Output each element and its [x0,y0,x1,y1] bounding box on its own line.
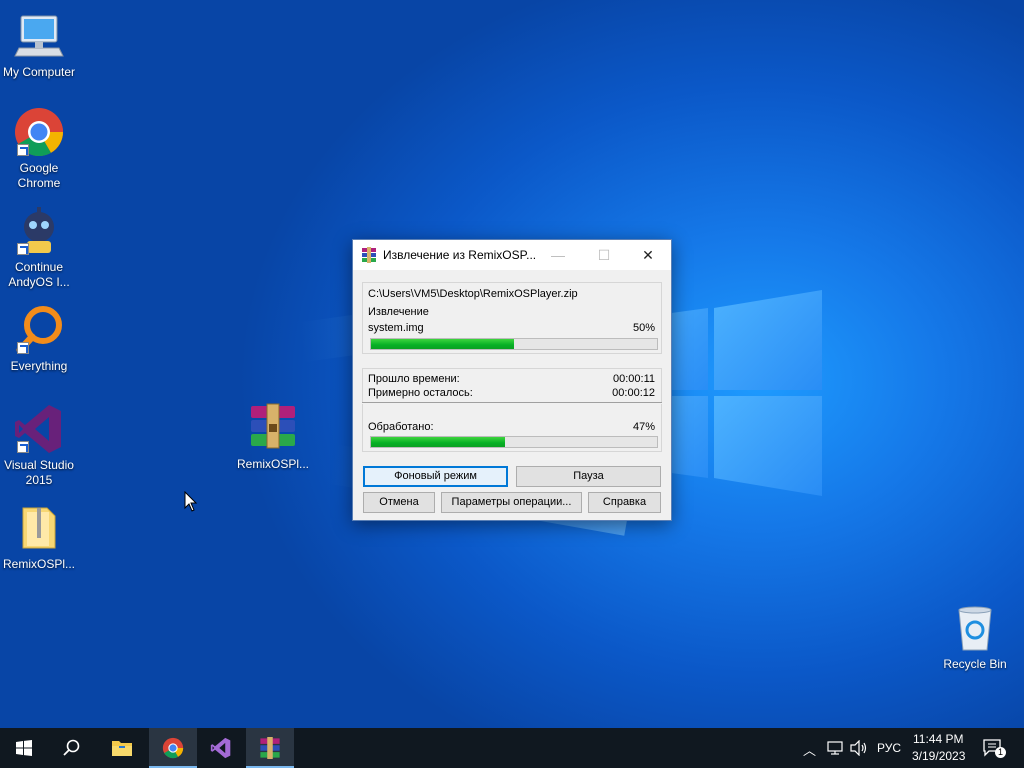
time-group: Прошло времени: 00:00:11 Примерно остало… [362,368,662,402]
chrome-icon [13,106,65,158]
chrome-icon [162,737,184,759]
minimize-button[interactable]: — [535,240,581,270]
operation-options-button[interactable]: Параметры операции... [441,492,582,513]
extraction-dialog: Извлечение из RemixOSP... — ☐ ✕ C:\Users… [352,239,672,521]
logo-pane [714,396,822,496]
pause-button[interactable]: Пауза [516,466,661,487]
desktop-icon-my-computer[interactable]: My Computer [0,10,78,80]
start-button[interactable] [0,728,48,768]
processed-label: Обработано: [368,421,434,433]
elapsed-value: 00:00:11 [612,373,655,385]
file-explorer-icon [112,741,132,756]
elapsed-label: Прошло времени: [368,373,460,385]
background-mode-button[interactable]: Фоновый режим [363,466,508,487]
processed-percent: 47% [632,421,655,433]
file-progress-bar [370,338,658,350]
remaining-label: Примерно осталось: [368,387,473,399]
file-percent: 50% [632,322,655,334]
winrar-icon [260,737,280,759]
dialog-titlebar[interactable]: Извлечение из RemixOSP... — ☐ ✕ [353,240,671,270]
folder-icon [13,502,65,554]
separator [362,402,662,403]
show-hidden-icons-button[interactable]: ︿ [803,740,816,759]
operation-label: Извлечение [368,306,429,318]
shortcut-arrow-icon [17,144,29,156]
winrar-icon [361,247,377,263]
desktop-icon-visual-studio[interactable]: Visual Studio 2015 [0,403,78,488]
clock-date[interactable]: 3/19/2023 [912,749,965,763]
everything-search-icon [13,304,65,356]
cancel-button[interactable]: Отмена [363,492,435,513]
close-button[interactable]: ✕ [625,240,671,270]
taskbar-visual-studio[interactable] [197,728,245,768]
total-progress-group: Обработано: 47% [362,404,662,452]
shortcut-arrow-icon [17,342,29,354]
desktop-icon-andyos[interactable]: Continue AndyOS I... [0,205,78,290]
maximize-button[interactable]: ☐ [581,240,627,270]
shortcut-arrow-icon [17,243,29,255]
search-icon [63,739,80,756]
network-icon[interactable] [827,741,843,755]
andy-icon [13,205,65,257]
file-progress-fill [371,339,514,349]
dialog-title: Извлечение из RemixOSP... [383,248,537,262]
current-file: system.img [368,322,424,334]
mouse-cursor-icon [184,491,198,512]
clock-time[interactable]: 11:44 PM [913,732,963,746]
desktop-icon-everything[interactable]: Everything [0,304,78,374]
desktop-icon-remixos-archive[interactable]: RemixOSPl... [234,402,312,472]
shortcut-arrow-icon [17,441,29,453]
remaining-value: 00:00:12 [612,387,655,399]
desktop-icon-recycle-bin[interactable]: Recycle Bin [936,602,1014,672]
taskbar-file-explorer[interactable] [98,728,146,768]
total-progress-fill [371,437,506,447]
notification-count: 1 [995,747,1006,758]
computer-icon [13,10,65,62]
desktop-icon-google-chrome[interactable]: Google Chrome [0,106,78,191]
language-indicator[interactable]: РУС [877,741,901,755]
recycle-bin-icon [949,602,1001,654]
file-progress-group: C:\Users\VM5\Desktop\RemixOSPlayer.zip И… [362,282,662,354]
volume-icon[interactable] [850,740,868,756]
help-button[interactable]: Справка [588,492,661,513]
winrar-archive-icon [247,402,299,454]
taskbar: ︿ РУС 11:44 PM 3/19/2023 1 [0,728,1024,768]
archive-path: C:\Users\VM5\Desktop\RemixOSPlayer.zip [368,288,578,300]
logo-pane [714,290,822,390]
taskbar-chrome[interactable] [149,728,197,768]
search-button[interactable] [48,728,96,768]
total-progress-bar [370,436,658,448]
visual-studio-icon [210,737,231,759]
taskbar-winrar[interactable] [246,728,294,768]
visual-studio-icon [13,403,65,455]
start-icon [16,740,32,756]
desktop-icon-remixos-folder[interactable]: RemixOSPl... [0,502,78,572]
